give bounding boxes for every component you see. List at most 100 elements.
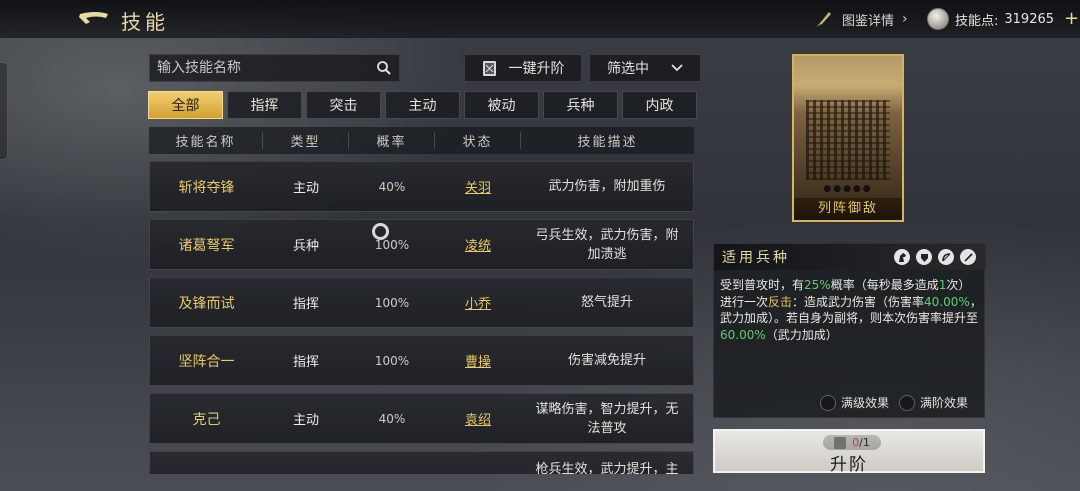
- side-drawer-handle[interactable]: [0, 62, 8, 160]
- skill-description: 怒气提升: [580, 295, 633, 310]
- add-skill-points-button[interactable]: +: [1064, 10, 1079, 28]
- skill-rate: 100%: [374, 295, 410, 310]
- skill-table-header: 技能名称 类型 概率 状态 技能描述: [149, 127, 694, 154]
- skill-card[interactable]: ●●●●● 列阵御敌: [792, 54, 904, 222]
- skill-book-icon: [834, 436, 847, 449]
- table-row[interactable]: 及锋而试 指挥 100% 小乔 怒气提升: [149, 277, 694, 328]
- max-level-effect-toggle[interactable]: 满级效果: [820, 394, 889, 411]
- description-fragment: 受到普攻时，有: [720, 278, 805, 292]
- skill-description: 弓兵生效，武力伤害，附加溃逃: [535, 227, 679, 262]
- header-description: 技能描述: [577, 135, 638, 150]
- tab-assault[interactable]: 突击: [306, 91, 381, 119]
- skill-description: 武力伤害，附加重伤: [548, 179, 666, 194]
- skill-detail-panel: 适用兵种 受到普攻时，有25%概率（每秒最多造成1次）进行一次反击：造成武力伤害…: [713, 243, 986, 418]
- cavalry-icon: [894, 249, 910, 265]
- filter-dropdown[interactable]: 筛选中: [589, 54, 701, 82]
- max-rank-label: 满阶效果: [920, 396, 969, 410]
- brush-icon: [816, 12, 831, 27]
- applicable-troops-title: 适用兵种: [722, 250, 790, 266]
- skill-owner-link[interactable]: 曹操: [435, 351, 521, 370]
- table-row[interactable]: 克己 主动 40% 袁绍 谋略伤害，智力提升，无法普攻: [149, 393, 694, 444]
- skill-type: 指挥: [292, 297, 319, 312]
- skill-points-label: 技能点:: [955, 13, 999, 29]
- advance-button[interactable]: 0/1 升阶: [713, 429, 985, 475]
- tab-command[interactable]: 指挥: [227, 91, 302, 119]
- header-type: 类型: [290, 135, 321, 150]
- skill-card-title: 列阵御敌: [794, 198, 902, 220]
- description-fragment: 60.00%: [720, 327, 766, 342]
- skill-owner-link[interactable]: 小乔: [435, 293, 521, 312]
- skill-name: 及锋而试: [178, 295, 235, 312]
- skill-name: 斩将夺锋: [178, 179, 235, 196]
- table-row[interactable]: 坚阵合一 指挥 100% 曹操 伤害减免提升: [149, 335, 694, 386]
- max-level-radio[interactable]: [820, 394, 836, 411]
- skill-rate: 100%: [374, 237, 410, 252]
- advance-label: 升阶: [830, 455, 868, 475]
- top-bar: 技能 图鉴详情 › 技能点: 319265 +: [0, 0, 1080, 38]
- chevron-down-icon: [671, 64, 683, 72]
- tab-all[interactable]: 全部: [148, 91, 223, 119]
- skill-type: 指挥: [292, 355, 319, 370]
- tab-domestic[interactable]: 内政: [622, 91, 697, 119]
- skill-name: 诸葛弩军: [178, 237, 235, 254]
- skill-type: 主动: [292, 181, 319, 196]
- table-row[interactable]: 诸葛弩军 兵种 100% 凌统 弓兵生效，武力伤害，附加溃逃: [149, 219, 694, 270]
- skill-search-field[interactable]: [149, 54, 400, 82]
- skill-name: 克己: [192, 411, 221, 428]
- max-rank-effect-toggle[interactable]: 满阶效果: [899, 394, 968, 411]
- skill-rate: 100%: [374, 353, 410, 368]
- page-title: 技能: [121, 10, 169, 34]
- chevron-right-icon: ›: [902, 11, 908, 27]
- back-arrow-icon[interactable]: [76, 9, 112, 29]
- troop-type-icons: [894, 249, 976, 265]
- skill-description: 枪兵生效，武力提升，主动: [535, 462, 679, 474]
- header-skill-name: 技能名称: [175, 135, 236, 150]
- effect-toggles: 满级效果 满阶效果: [820, 394, 968, 411]
- max-rank-radio[interactable]: [899, 394, 916, 411]
- skill-points-value: 319265: [1004, 11, 1055, 27]
- description-fragment: （武力加成）: [765, 327, 838, 342]
- one-click-upgrade-label: 一键升阶: [508, 61, 565, 77]
- codex-details-label: 图鉴详情: [842, 13, 895, 29]
- filter-label: 筛选中: [607, 61, 649, 77]
- table-row[interactable]: 斩将夺锋 主动 40% 关羽 武力伤害，附加重伤: [149, 161, 694, 212]
- codex-details-link[interactable]: 图鉴详情 ›: [814, 6, 908, 32]
- table-row[interactable]: 枪兵生效，武力提升，主动: [149, 451, 694, 474]
- skill-effect-description: 受到普攻时，有25%概率（每秒最多造成1次）进行一次反击：造成武力伤害（伤害率4…: [720, 277, 982, 343]
- description-fragment: 反击: [768, 294, 793, 309]
- tab-active[interactable]: 主动: [385, 91, 460, 119]
- skill-card-stars: ●●●●●: [823, 184, 873, 194]
- description-fragment: 25%: [804, 278, 831, 292]
- bow-icon: [938, 249, 954, 265]
- skill-points-display: 技能点: 319265 +: [927, 6, 1079, 32]
- skill-point-coin-icon: [927, 8, 949, 30]
- skill-type: 兵种: [292, 239, 319, 254]
- skill-category-tabs: 全部 指挥 突击 主动 被动 兵种 内政: [148, 91, 697, 119]
- tab-troop-type[interactable]: 兵种: [543, 91, 618, 119]
- skill-description: 谋略伤害，智力提升，无法普攻: [535, 401, 679, 436]
- skill-description: 伤害减免提升: [567, 353, 646, 368]
- header-rate: 概率: [376, 135, 407, 150]
- tab-passive[interactable]: 被动: [464, 91, 539, 119]
- skill-owner-link[interactable]: 关羽: [435, 177, 521, 196]
- skill-rate: 40%: [378, 179, 406, 194]
- spear-icon: [960, 249, 976, 265]
- detail-header: 适用兵种: [714, 244, 986, 270]
- cost-need: /1: [859, 436, 870, 449]
- search-icon[interactable]: [376, 60, 392, 76]
- book-icon: [482, 60, 496, 76]
- skill-owner-link[interactable]: 凌统: [435, 235, 521, 254]
- advance-cost: 0/1: [823, 435, 881, 450]
- description-fragment: 概率（每秒最多造成: [830, 278, 939, 292]
- header-status: 状态: [462, 135, 493, 150]
- description-fragment: 40.00%: [924, 294, 970, 309]
- skill-type: 主动: [292, 413, 319, 428]
- skill-rate: 40%: [378, 411, 406, 426]
- one-click-upgrade-button[interactable]: 一键升阶: [464, 54, 582, 82]
- loading-ring-icon: [372, 223, 389, 240]
- skill-owner-link[interactable]: 袁绍: [435, 409, 521, 428]
- search-input[interactable]: [150, 55, 399, 81]
- shield-icon: [916, 249, 932, 265]
- description-fragment: ：造成武力伤害（伤害率: [792, 294, 925, 309]
- max-level-label: 满级效果: [841, 396, 890, 410]
